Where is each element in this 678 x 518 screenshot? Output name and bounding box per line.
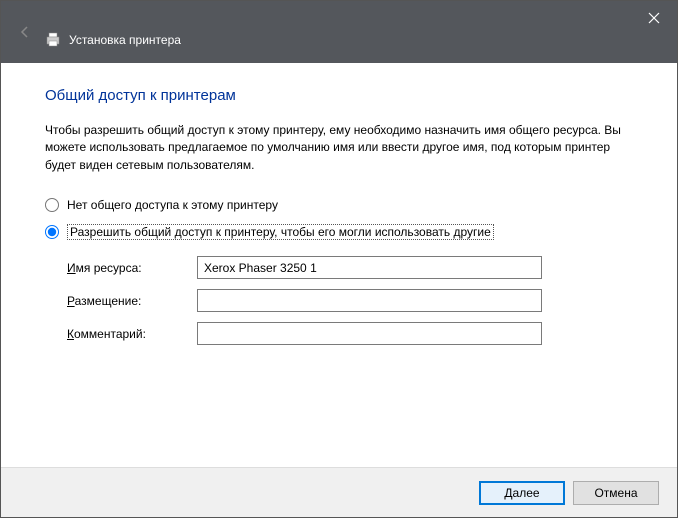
wizard-window: Установка принтера Общий доступ к принте… [0, 0, 678, 518]
radio-share-input[interactable] [45, 225, 59, 239]
share-name-input[interactable] [197, 256, 542, 279]
back-arrow-icon [15, 22, 35, 42]
comment-row: Комментарий: [67, 322, 633, 345]
location-label: Размещение: [67, 294, 197, 308]
location-row: Размещение: [67, 289, 633, 312]
radio-no-share-label: Нет общего доступа к этому принтеру [67, 198, 278, 212]
page-heading: Общий доступ к принтерам [45, 87, 633, 104]
share-form: Имя ресурса: Размещение: Комментарий: [67, 256, 633, 345]
radio-share-label: Разрешить общий доступ к принтеру, чтобы… [67, 224, 494, 240]
titlebar: Установка принтера [1, 1, 677, 63]
location-input[interactable] [197, 289, 542, 312]
footer: Далее Отмена [1, 467, 677, 517]
radio-no-share-input[interactable] [45, 198, 59, 212]
printer-icon [45, 32, 61, 48]
sharing-radio-group: Нет общего доступа к этому принтеру Разр… [45, 198, 633, 240]
cancel-button[interactable]: Отмена [573, 481, 659, 505]
window-title: Установка принтера [69, 33, 181, 47]
comment-label: Комментарий: [67, 327, 197, 341]
radio-share[interactable]: Разрешить общий доступ к принтеру, чтобы… [45, 224, 633, 240]
share-name-label: Имя ресурса: [67, 261, 197, 275]
close-icon[interactable] [645, 9, 663, 27]
page-description: Чтобы разрешить общий доступ к этому при… [45, 122, 633, 174]
content-area: Общий доступ к принтерам Чтобы разрешить… [1, 63, 677, 467]
share-name-row: Имя ресурса: [67, 256, 633, 279]
radio-no-share[interactable]: Нет общего доступа к этому принтеру [45, 198, 633, 212]
comment-input[interactable] [197, 322, 542, 345]
next-button[interactable]: Далее [479, 481, 565, 505]
